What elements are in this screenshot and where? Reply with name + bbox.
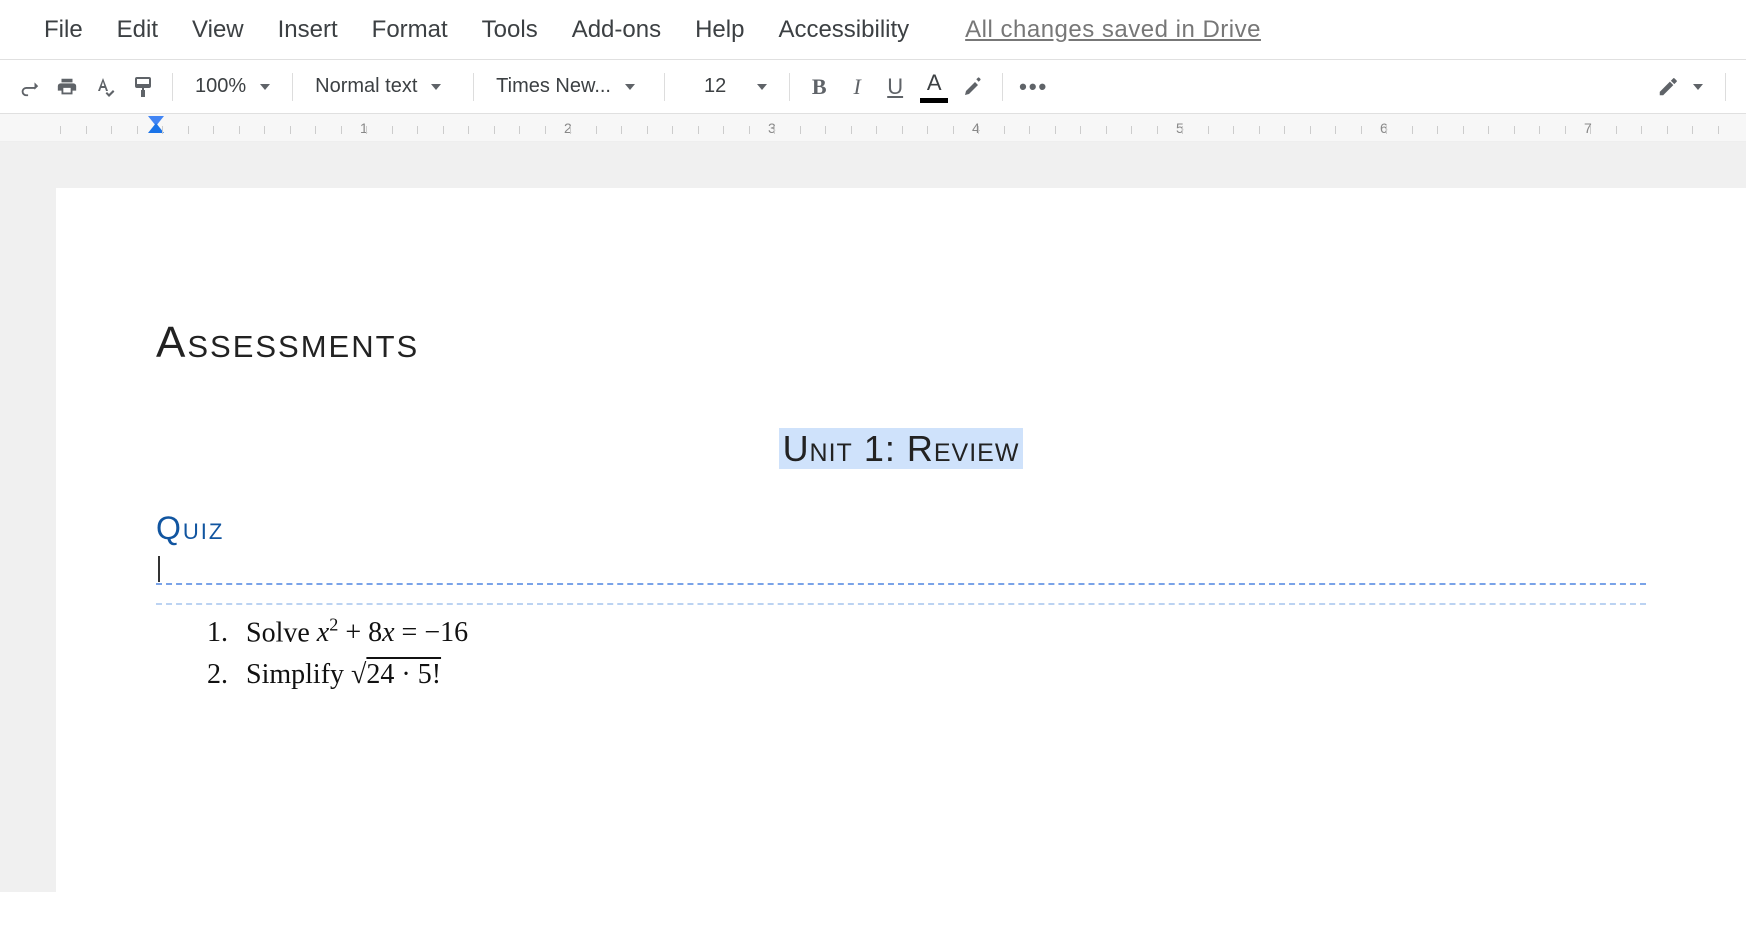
section-title[interactable]: Unit 1: Review [156,428,1646,470]
font-dropdown[interactable]: Times New... [484,68,654,106]
questions-list: 1. Solve x2 + 8x = −16 2. Simplify √24 ·… [156,615,1646,691]
font-value: Times New... [496,75,611,98]
highlighter-icon [961,75,985,99]
menu-insert[interactable]: Insert [274,10,342,50]
text-cursor-line[interactable] [156,551,1646,585]
document-canvas: Assessments Unit 1: Review Quiz 1. Solve… [0,142,1746,892]
menu-view[interactable]: View [188,10,248,50]
font-size-value: 12 [687,75,743,98]
question-text: Solve x2 + 8x = −16 [246,615,468,649]
caret-down-icon [260,84,270,90]
toolbar: 100% Normal text Times New... 12 B I U A… [0,60,1746,114]
bold-button[interactable]: B [800,68,838,106]
print-icon [56,76,78,98]
toolbar-separator [1725,73,1726,101]
caret-down-icon [757,84,767,90]
menu-addons[interactable]: Add-ons [568,10,665,50]
dashed-divider [156,603,1646,605]
paint-format-button[interactable] [124,68,162,106]
toolbar-separator [172,73,173,101]
caret-down-icon [431,84,441,90]
style-dropdown[interactable]: Normal text [303,68,463,106]
toolbar-separator [1002,73,1003,101]
menu-tools[interactable]: Tools [478,10,542,50]
toolbar-separator [292,73,293,101]
ruler[interactable]: 1234567 [0,114,1746,142]
italic-button[interactable]: I [838,68,876,106]
highlight-button[interactable] [954,68,992,106]
font-size-dropdown[interactable]: 12 [675,68,779,106]
sub-title[interactable]: Quiz [156,510,1646,547]
redo-button[interactable] [10,68,48,106]
menu-accessibility[interactable]: Accessibility [774,10,913,50]
style-value: Normal text [315,75,417,98]
question-text: Simplify √24 · 5! [246,659,441,691]
print-button[interactable] [48,68,86,106]
question-number: 1. [204,617,228,649]
menu-help[interactable]: Help [691,10,748,50]
toolbar-separator [664,73,665,101]
paint-roller-icon [131,75,155,99]
pencil-icon [1657,76,1679,98]
question-number: 2. [204,659,228,691]
save-status[interactable]: All changes saved in Drive [965,16,1261,44]
zoom-value: 100% [195,75,246,98]
question-row[interactable]: 1. Solve x2 + 8x = −16 [204,615,1646,649]
menubar: File Edit View Insert Format Tools Add-o… [0,0,1746,60]
menu-edit[interactable]: Edit [113,10,162,50]
editing-mode-dropdown[interactable] [1645,68,1715,106]
section-title-text[interactable]: Unit 1: Review [779,428,1024,469]
toolbar-separator [789,73,790,101]
spellcheck-icon [93,75,117,99]
text-color-button[interactable]: A [914,68,954,106]
text-color-swatch [920,98,948,103]
spellcheck-button[interactable] [86,68,124,106]
redo-icon [18,76,40,98]
text-cursor [158,556,160,582]
toolbar-separator [473,73,474,101]
text-color-glyph: A [927,70,942,96]
menu-file[interactable]: File [40,10,87,50]
underline-button[interactable]: U [876,68,914,106]
doc-title[interactable]: Assessments [156,318,1646,368]
more-toolbar-button[interactable]: ••• [1013,68,1054,106]
question-row[interactable]: 2. Simplify √24 · 5! [204,659,1646,691]
menu-format[interactable]: Format [368,10,452,50]
document-page[interactable]: Assessments Unit 1: Review Quiz 1. Solve… [56,188,1746,948]
caret-down-icon [625,84,635,90]
caret-down-icon [1693,84,1703,90]
zoom-dropdown[interactable]: 100% [183,68,282,106]
